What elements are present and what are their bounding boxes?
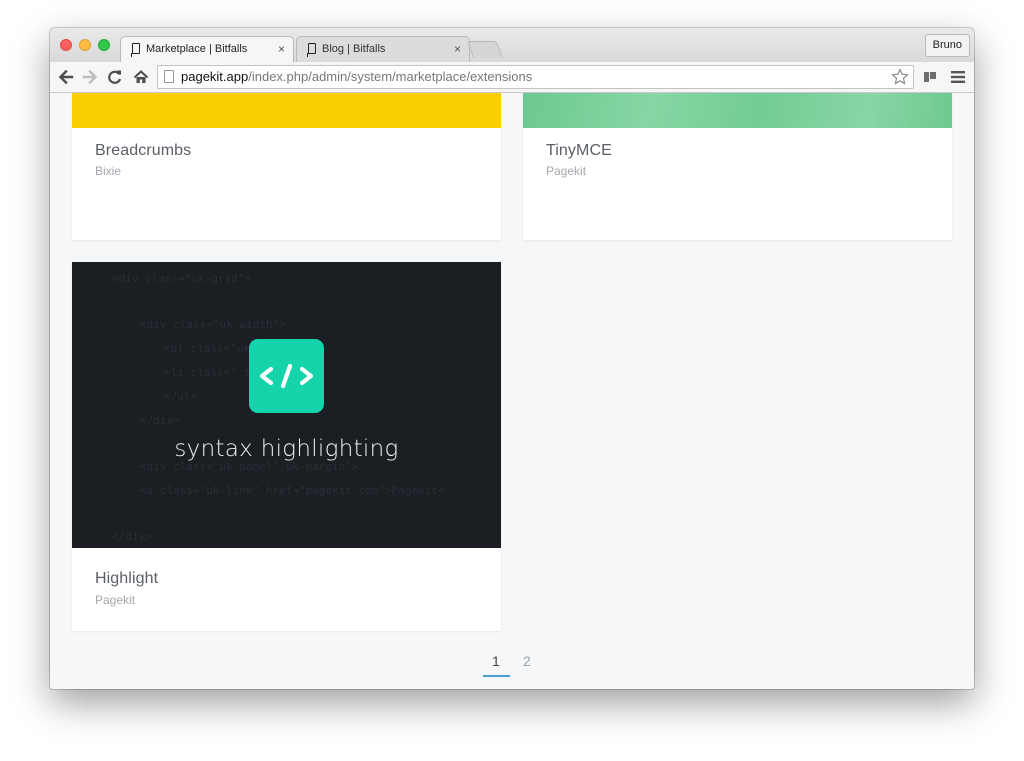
code-background-line: </div> xyxy=(112,530,152,543)
url-path: /index.php/admin/system/marketplace/exte… xyxy=(248,69,533,84)
page-link-1[interactable]: 1 xyxy=(492,653,500,669)
extension-thumbnail xyxy=(72,93,501,128)
extension-card[interactable]: Breadcrumbs Bixie xyxy=(72,93,501,240)
back-button[interactable] xyxy=(55,65,77,89)
extension-card[interactable]: TinyMCE Pagekit xyxy=(523,93,952,240)
extension-thumbnail xyxy=(523,93,952,128)
bookmark-star-icon[interactable] xyxy=(890,67,910,87)
extension-author: Pagekit xyxy=(95,593,136,607)
reload-icon xyxy=(108,70,122,84)
code-background-line: </div> xyxy=(140,414,180,427)
thumbnail-caption: syntax highlighting xyxy=(174,436,399,462)
code-background-line: <div class="uk-width"> xyxy=(140,318,286,331)
extension-author: Bixie xyxy=(95,164,122,178)
current-page-indicator xyxy=(483,675,510,677)
code-background-line: <div class="uk-grid"> xyxy=(112,272,252,285)
page-content: Breadcrumbs Bixie TinyMCE Pagekit <div c… xyxy=(50,93,974,689)
tab-strip: Marketplace | Bitfalls × Blog | Bitfalls… xyxy=(50,28,974,62)
url-host: pagekit.app xyxy=(181,69,249,84)
new-tab-button[interactable] xyxy=(466,41,504,58)
bookmark-favicon-icon xyxy=(307,43,316,57)
tab-marketplace[interactable]: Marketplace | Bitfalls × xyxy=(120,36,294,62)
browser-toolbar: pagekit.app/index.php/admin/system/marke… xyxy=(50,62,974,93)
forward-button[interactable] xyxy=(79,65,101,89)
browser-window: Marketplace | Bitfalls × Blog | Bitfalls… xyxy=(50,28,974,689)
arrow-right-icon xyxy=(82,69,98,85)
code-logo-tile xyxy=(249,339,324,413)
bookmark-favicon-icon xyxy=(131,43,140,57)
extension-title: Highlight xyxy=(95,570,159,587)
extension-title: Breadcrumbs xyxy=(95,142,192,159)
arrow-left-icon xyxy=(58,69,74,85)
page-icon xyxy=(164,70,174,83)
pagination: 1 2 xyxy=(482,653,542,679)
window-maximize-button[interactable] xyxy=(98,39,110,51)
code-background-line: </ul> xyxy=(164,390,198,403)
hamburger-menu-icon[interactable] xyxy=(950,70,966,84)
tab-title: Marketplace | Bitfalls xyxy=(146,43,248,55)
reload-button[interactable] xyxy=(104,65,126,89)
home-icon xyxy=(133,70,149,83)
extension-thumbnail: <div class="uk-grid"> <div class="uk-wid… xyxy=(72,262,501,548)
page-link-2[interactable]: 2 xyxy=(523,653,531,669)
extension-card[interactable]: <div class="uk-grid"> <div class="uk-wid… xyxy=(72,262,501,631)
tab-blog[interactable]: Blog | Bitfalls × xyxy=(296,36,470,62)
window-close-button[interactable] xyxy=(60,39,72,51)
profile-button[interactable]: Bruno xyxy=(924,34,970,57)
code-background-line: <a class="uk-link" href="pagekit.com">Pa… xyxy=(140,484,445,497)
extension-title: TinyMCE xyxy=(546,142,612,159)
address-bar[interactable]: pagekit.app/index.php/admin/system/marke… xyxy=(157,65,914,89)
url-text: pagekit.app/index.php/admin/system/marke… xyxy=(181,66,532,88)
tab-close-icon[interactable]: × xyxy=(278,37,285,61)
extension-author: Pagekit xyxy=(546,164,587,178)
tab-close-icon[interactable]: × xyxy=(454,37,461,61)
tab-title: Blog | Bitfalls xyxy=(322,43,386,55)
home-button[interactable] xyxy=(130,65,152,89)
code-brackets-icon xyxy=(259,363,314,389)
extension-icon[interactable] xyxy=(923,70,937,84)
window-minimize-button[interactable] xyxy=(79,39,91,51)
